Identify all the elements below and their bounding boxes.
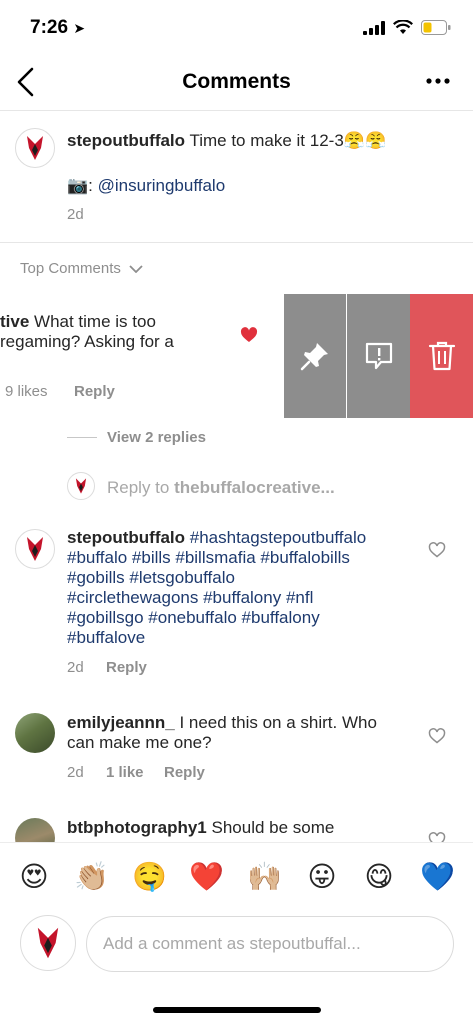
- comment-time: 2d: [67, 659, 84, 676]
- report-comment-button[interactable]: [347, 294, 410, 418]
- caption-username[interactable]: stepoutbuffalo: [67, 131, 185, 150]
- comment-text: stepoutbuffalo #hashtagstepoutbuffalo #b…: [67, 528, 367, 647]
- wifi-icon: [393, 20, 413, 34]
- reply-button[interactable]: Reply: [164, 764, 205, 781]
- camera-emoji: 📷: [67, 176, 89, 196]
- replies-line: [67, 437, 97, 438]
- comment-input[interactable]: [87, 917, 453, 971]
- swiped-comment-text: tive What time is too: [0, 312, 156, 331]
- location-arrow-icon: ➤: [73, 20, 86, 36]
- caption-time: 2d: [67, 206, 84, 223]
- logo-icon: [37, 927, 59, 959]
- avatar: [20, 915, 76, 971]
- emoji-red-heart-button[interactable]: ❤️: [189, 861, 224, 893]
- battery-icon: [421, 20, 451, 35]
- heart-outline-icon[interactable]: [428, 728, 446, 744]
- home-indicator[interactable]: [153, 1007, 321, 1013]
- view-replies-button[interactable]: View 2 replies: [107, 429, 206, 446]
- caption-mention-line: 📷: @insuringbuffalo: [67, 176, 226, 196]
- pin-icon: [300, 343, 328, 371]
- top-comments-dropdown[interactable]: Top Comments: [20, 260, 143, 277]
- logo-icon: [75, 478, 87, 494]
- avatar[interactable]: [15, 713, 55, 753]
- signal-icon: [363, 20, 385, 35]
- emoji: 😤😤: [343, 131, 387, 151]
- reply-button[interactable]: Reply: [74, 383, 115, 400]
- divider: [0, 110, 473, 111]
- delete-comment-button[interactable]: [410, 294, 473, 418]
- report-icon: [365, 342, 392, 370]
- reply-button[interactable]: Reply: [106, 659, 147, 676]
- logo-icon: [27, 537, 43, 561]
- pin-comment-button[interactable]: [284, 294, 346, 418]
- comment-likes[interactable]: 9 likes: [5, 383, 48, 400]
- comment-likes[interactable]: 1 like: [106, 764, 144, 781]
- caption-text: stepoutbuffalo Time to make it 12-3😤😤: [67, 131, 387, 151]
- comment-text: emilyjeannn_ I need this on a shirt. Who…: [67, 713, 377, 752]
- more-options-icon[interactable]: [425, 74, 451, 88]
- chevron-down-icon: [129, 264, 143, 273]
- page-title: Comments: [182, 70, 291, 93]
- status-indicators: [363, 20, 451, 35]
- emoji-yum-button[interactable]: 😋: [362, 861, 396, 893]
- avatar[interactable]: [15, 128, 55, 168]
- avatar[interactable]: [15, 529, 55, 569]
- emoji-raised-hands-button[interactable]: 🙌🏼: [247, 861, 282, 893]
- emoji-heart-eyes-button[interactable]: 😍: [17, 861, 51, 893]
- reply-to-prompt[interactable]: Reply to thebuffalocreative...: [107, 478, 335, 498]
- emoji-blue-heart-button[interactable]: 💙: [420, 861, 455, 893]
- mention-link[interactable]: @insuringbuffalo: [98, 176, 226, 195]
- comment-text: btbphotography1 Should be some: [67, 818, 335, 837]
- swiped-comment-text-line2: regaming? Asking for a: [0, 332, 174, 351]
- status-time: 7:26 ➤: [30, 17, 86, 38]
- logo-icon: [27, 136, 43, 160]
- divider: [0, 242, 473, 243]
- trash-icon: [428, 341, 455, 371]
- comment-time: 2d: [67, 764, 84, 781]
- emoji-drool-button[interactable]: 🤤: [132, 861, 167, 893]
- emoji-quick-bar: 😍 👏🏼 🤤 ❤️ 🙌🏼 😛 😋 💙: [0, 842, 473, 912]
- heart-filled-icon[interactable]: [240, 327, 258, 343]
- comment-input-wrapper: [86, 916, 454, 972]
- emoji-tongue-button[interactable]: 😛: [305, 861, 339, 893]
- emoji-clap-button[interactable]: 👏🏼: [74, 861, 109, 893]
- heart-outline-icon[interactable]: [428, 542, 446, 558]
- avatar: [67, 472, 95, 500]
